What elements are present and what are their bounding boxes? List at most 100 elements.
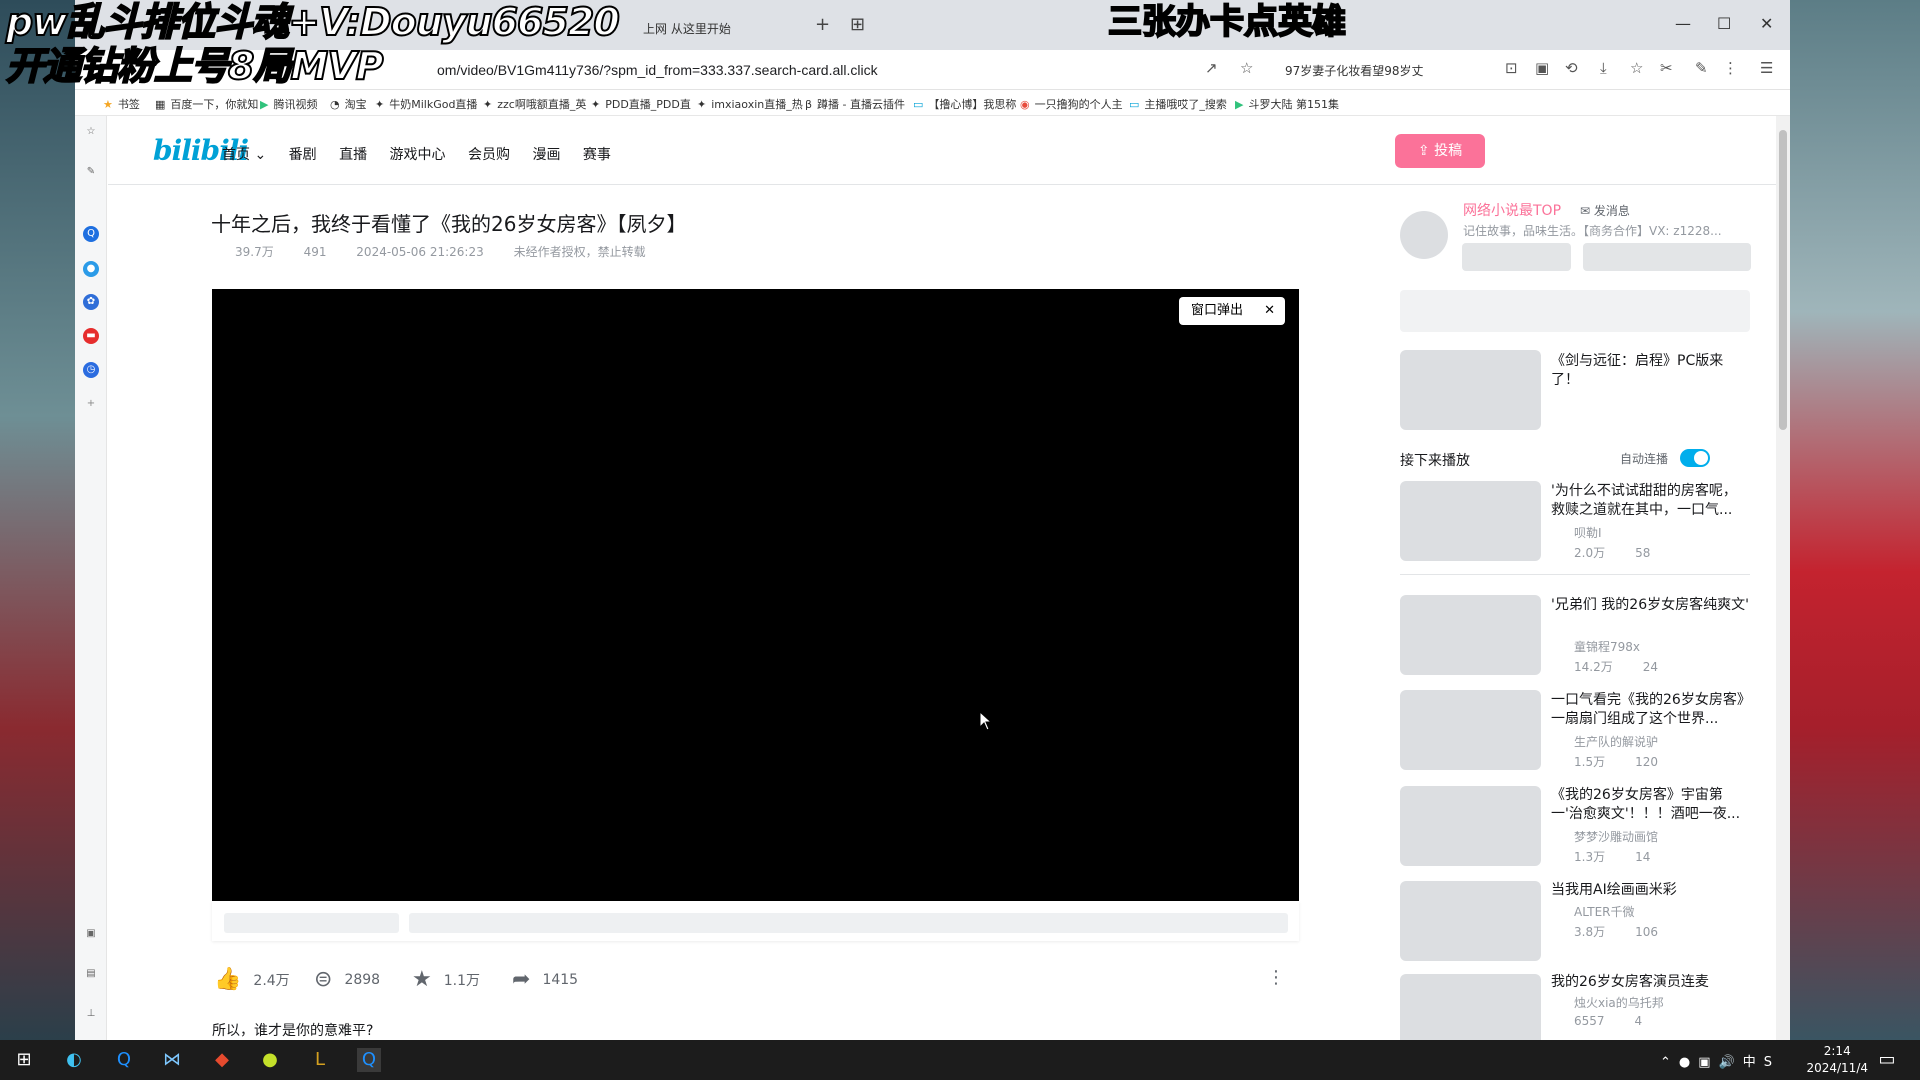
close-window-icon[interactable]: ✕ <box>1760 14 1773 33</box>
menu-icon[interactable]: ☰ <box>1760 59 1773 77</box>
nav-home[interactable]: 首页 ⌄ <box>222 147 266 163</box>
more-vert-icon[interactable]: ⋮ <box>1723 59 1738 77</box>
maximize-icon[interactable]: ☐ <box>1717 14 1731 33</box>
video-actions: 👍 2.4万 ⊜ 2898 ★ 1.1万 ➦ 1415 ⋮ <box>212 961 1299 1001</box>
pen-icon[interactable]: ✎ <box>83 164 99 180</box>
ext-site-title[interactable]: 97岁妻子化妆看望98岁丈 <box>1285 62 1424 79</box>
pen-icon[interactable]: ✎ <box>1695 59 1708 77</box>
more-icon[interactable]: ⋮ <box>1267 967 1285 988</box>
nav-item[interactable]: 直播 <box>339 147 367 163</box>
edge-icon[interactable]: ◐ <box>62 1048 86 1072</box>
clock-app-icon[interactable]: ◷ <box>83 362 99 378</box>
bookmark-item[interactable]: ✦ zzc啊哦额直播_英 <box>483 96 586 112</box>
like-button[interactable]: 👍 2.4万 <box>214 967 290 992</box>
search-browser-icon[interactable]: Q <box>112 1048 136 1072</box>
star-icon[interactable]: ☆ <box>1240 59 1253 77</box>
pdf-icon[interactable]: ▣ <box>1535 59 1549 77</box>
share-icon[interactable]: ↗ <box>1205 59 1218 77</box>
nav-item[interactable]: 游戏中心 <box>390 147 446 163</box>
danmaku-input[interactable] <box>409 913 1288 933</box>
folder-icon[interactable]: ▣ <box>83 926 99 942</box>
autoplay-toggle[interactable] <box>1680 449 1710 467</box>
search-app-icon[interactable]: Q <box>83 226 99 242</box>
rec-title: 当我用AI绘画画米彩 <box>1551 882 1677 898</box>
bookmark-item[interactable]: ▶ 腾讯视频 <box>260 96 317 112</box>
add-app-icon[interactable]: + <box>83 396 99 412</box>
bookmark-item[interactable]: ▶ 斗罗大陆 第151集 <box>1235 96 1339 112</box>
follow-button[interactable] <box>1583 243 1751 271</box>
bookmark-item[interactable]: ✦ imxiaoxin直播_热 <box>697 96 803 112</box>
upload-button[interactable]: ⇪ 投稿 <box>1395 134 1485 168</box>
message-link[interactable]: ✉ 发消息 <box>1580 202 1630 219</box>
favorite-button[interactable]: ★ 1.1万 <box>412 967 480 992</box>
taobao-icon: ◔ <box>330 98 340 111</box>
nav-item[interactable]: 会员购 <box>468 147 510 163</box>
page-scrollbar[interactable] <box>1776 116 1790 1040</box>
bookmark-item[interactable]: ◔ 淘宝 <box>330 96 367 112</box>
video-description: 所以，谁才是你的意难平? <box>212 1023 374 1039</box>
notification-icon[interactable]: ▭ <box>1875 1048 1899 1072</box>
rec-thumbnail <box>1400 690 1541 770</box>
bookmark-item[interactable]: ✦ 牛奶MilkGod直播 <box>375 96 477 112</box>
bookmark-item[interactable]: ✦ PDD直播_PDD直 <box>591 96 691 112</box>
bookmark-item[interactable]: ▭ 主播哦哎了_搜索 <box>1129 96 1227 112</box>
baidu-app-icon[interactable]: ✿ <box>83 294 99 310</box>
nav-item[interactable]: 赛事 <box>583 147 611 163</box>
nav-item[interactable]: 漫画 <box>532 147 560 163</box>
rec-uploader: 生产队的解说驴 <box>1574 735 1659 749</box>
rec-thumbnail <box>1400 881 1541 961</box>
rec-title: 《我的26岁女房客》宇宙第一'治愈爽文'！！！酒吧一夜... <box>1551 787 1741 822</box>
thumbs-up-icon: 👍 <box>214 967 242 992</box>
pin-icon[interactable]: ⊥ <box>83 1006 99 1022</box>
active-tab[interactable]: 上网 从这里开始 <box>635 8 885 44</box>
system-tray[interactable]: ⌃●▣🔊中S <box>1660 1051 1780 1070</box>
popout-button[interactable]: 窗口弹出 ✕ <box>1179 297 1285 325</box>
bookmark-item[interactable]: ▭ 【撸心博】我思称 <box>913 96 1016 112</box>
top-nav: 首页 ⌄ 番剧 直播 游戏中心 会员购 漫画 赛事 <box>222 144 629 164</box>
overlay-line1: pw乱斗排位斗魂+V:Douyu66520 <box>5 0 621 45</box>
taskbar: ⊞ ◐ Q ⋈ ◆ ● L Q ⌃●▣🔊中S 2:14 2024/11/4 ▭ <box>0 1040 1920 1080</box>
share-button[interactable]: ➦ 1415 <box>512 967 578 992</box>
league-icon[interactable]: L <box>308 1048 332 1072</box>
bookmark-item[interactable]: ★ 书签 <box>103 96 140 112</box>
minimize-icon[interactable]: — <box>1675 14 1691 33</box>
browser-active-icon[interactable]: Q <box>357 1048 381 1072</box>
charge-button[interactable] <box>1462 243 1571 271</box>
video-title: 十年之后，我终于看懂了《我的26岁女房客》【夙夕】 <box>211 212 687 236</box>
ad-thumbnail <box>1400 350 1541 430</box>
nav-item[interactable]: 番剧 <box>289 147 317 163</box>
next-heading: 接下来播放 <box>1400 453 1470 469</box>
cut-icon[interactable]: ✂ <box>1660 59 1673 77</box>
box-icon[interactable]: ▤ <box>83 966 99 982</box>
video-player[interactable]: 窗口弹出 ✕ <box>212 289 1299 901</box>
live-icon: ✦ <box>697 98 707 111</box>
coin-button[interactable]: ⊜ 2898 <box>314 967 380 992</box>
new-tab-icon[interactable]: + <box>815 14 830 35</box>
danmaku-bar <box>212 901 1299 941</box>
app-icon[interactable]: ⋈ <box>160 1048 184 1072</box>
close-icon[interactable]: ✕ <box>1264 297 1275 325</box>
history-icon[interactable]: ⟲ <box>1565 59 1578 77</box>
bookmark-item[interactable]: ▦ 百度一下，你就知 <box>155 96 258 112</box>
chrome-app-icon[interactable]: ● <box>83 261 99 277</box>
avatar[interactable] <box>1400 211 1448 259</box>
copyright-notice: 未经作者授权，禁止转载 <box>513 245 646 259</box>
live-icon: ✦ <box>375 98 385 111</box>
star-icon: ★ <box>412 967 432 992</box>
chrome-icon[interactable]: ● <box>258 1048 282 1072</box>
author-name[interactable]: 网络小说最TOP <box>1463 200 1561 220</box>
bookmark-item[interactable]: β 蹲播 - 直播云插件 <box>805 96 905 112</box>
translate-icon[interactable]: ⊡ <box>1505 59 1518 77</box>
windows-start-icon[interactable]: ⊞ <box>12 1048 36 1072</box>
favorite-icon[interactable]: ☆ <box>83 124 99 140</box>
tab-grid-icon[interactable]: ⊞ <box>850 14 865 35</box>
baidu-icon: ▦ <box>155 98 166 111</box>
bookmark-item[interactable]: ◉ 一只撸狗的个人主 <box>1020 96 1123 112</box>
clock[interactable]: 2:14 2024/11/4 <box>1806 1043 1868 1077</box>
rec-stats: 3.8万 106 <box>1574 925 1658 939</box>
view-count: 39.7万 <box>235 245 274 259</box>
news-app-icon[interactable]: ▬ <box>83 328 99 344</box>
download-icon[interactable]: ⤓ <box>1600 59 1607 77</box>
game-icon[interactable]: ◆ <box>210 1048 234 1072</box>
favorites-icon[interactable]: ☆ <box>1630 59 1643 77</box>
